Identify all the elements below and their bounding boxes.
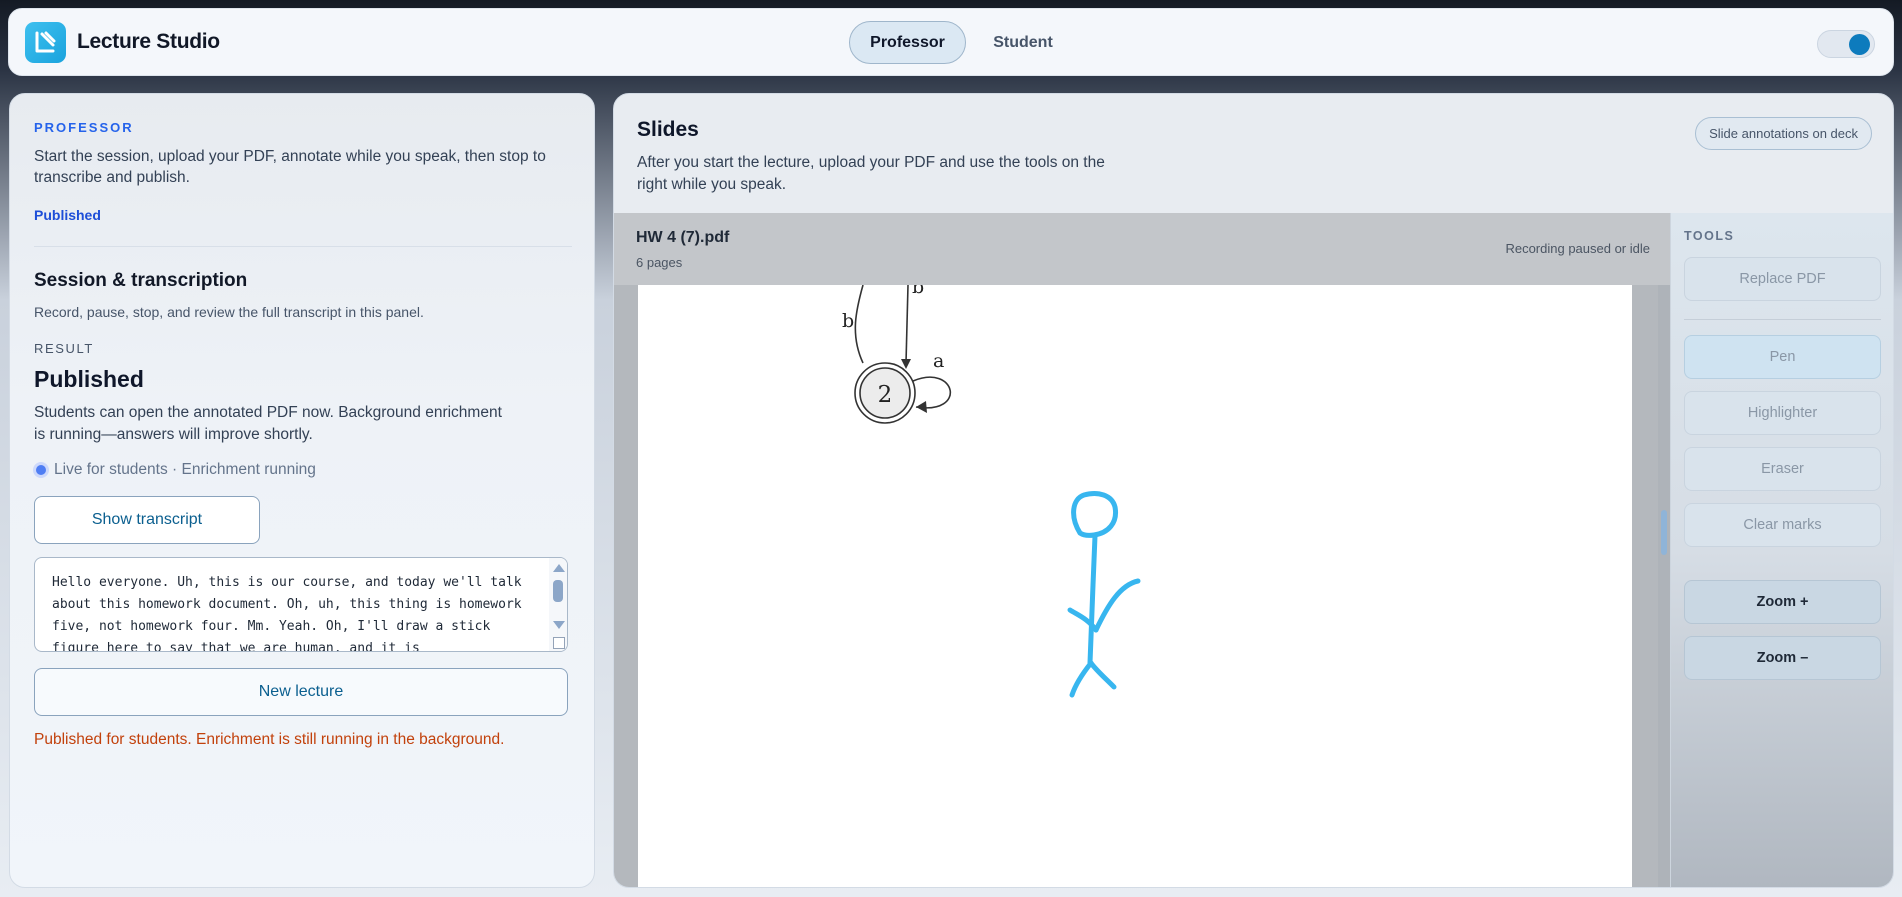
zoom-in-button[interactable]: Zoom + [1684, 580, 1881, 624]
live-status-text: Live for students · Enrichment running [54, 461, 316, 478]
student-role-button[interactable]: Student [975, 21, 1071, 64]
zoom-out-button[interactable]: Zoom – [1684, 636, 1881, 680]
live-dot-icon [36, 465, 46, 475]
edge-label-b-left: b [842, 310, 854, 332]
pdf-viewer: HW 4 (7).pdf 6 pages Recording paused or… [614, 213, 1670, 888]
replace-pdf-button[interactable]: Replace PDF [1684, 257, 1881, 301]
new-lecture-button[interactable]: New lecture [34, 668, 568, 716]
diagram-arrowhead [901, 359, 911, 369]
stick-figure-annotation [1067, 491, 1141, 698]
diagram-self-loop [912, 376, 952, 409]
stick-figure-arm-right [1093, 578, 1141, 633]
publish-status: Published [34, 207, 101, 223]
diagram-self-loop-arrowhead [916, 401, 927, 413]
stick-figure-leg-right [1088, 660, 1117, 690]
viewer-scrollbar[interactable] [1658, 285, 1670, 887]
show-transcript-button[interactable]: Show transcript [34, 496, 260, 544]
app-logo-icon [25, 22, 66, 63]
result-description: Students can open the annotated PDF now.… [34, 404, 502, 443]
result-title: Published [34, 366, 144, 392]
file-page-count: 6 pages [636, 255, 683, 270]
tools-label: TOOLS [1684, 229, 1735, 243]
section-description: Record, pause, stop, and review the full… [34, 304, 424, 320]
scroll-down-icon[interactable] [553, 621, 565, 629]
slides-description: After you start the lecture, upload your… [637, 154, 1105, 193]
eraser-tool-button[interactable]: Eraser [1684, 447, 1881, 491]
diagram-edge-down [905, 284, 909, 364]
tools-sidebar: TOOLS Replace PDF Pen Highlighter Eraser… [1670, 213, 1893, 887]
pdf-page[interactable]: 2 b b a [638, 276, 1632, 888]
panel-eyebrow: PROFESSOR [34, 120, 134, 135]
top-bar: Lecture Studio Professor Student [8, 8, 1894, 76]
result-label: RESULT [34, 341, 94, 356]
state-label: 2 [878, 382, 893, 408]
diagram-edge-loop [854, 284, 864, 364]
stick-figure-head [1071, 491, 1119, 538]
divider [34, 246, 572, 247]
recording-status: Recording paused or idle [1505, 241, 1650, 256]
highlighter-tool-button[interactable]: Highlighter [1684, 391, 1881, 435]
section-title: Session & transcription [34, 270, 248, 291]
slides-panel: Slides After you start the lecture, uplo… [613, 93, 1894, 888]
pen-tool-button[interactable]: Pen [1684, 335, 1881, 379]
app-title: Lecture Studio [77, 30, 220, 53]
panel-intro: Start the session, upload your PDF, anno… [34, 148, 546, 186]
theme-toggle[interactable] [1817, 30, 1875, 58]
toggle-knob [1849, 34, 1870, 55]
edge-label-b-top: b [912, 285, 924, 298]
edge-label-a: a [933, 350, 944, 372]
stick-figure-leg-left [1069, 660, 1094, 698]
page-canvas[interactable]: 2 b b a [638, 276, 1632, 888]
professor-panel: PROFESSOR Start the session, upload your… [9, 93, 595, 888]
scroll-thumb[interactable] [553, 580, 563, 602]
publish-notice: Published for students. Enrichment is st… [34, 731, 505, 748]
slides-title: Slides [637, 118, 699, 141]
transcript-textarea[interactable]: Hello everyone. Uh, this is our course, … [34, 557, 568, 652]
stick-figure-body [1087, 533, 1098, 666]
viewer-header: HW 4 (7).pdf 6 pages Recording paused or… [614, 213, 1670, 285]
clear-marks-button[interactable]: Clear marks [1684, 503, 1881, 547]
annotations-badge: Slide annotations on deck [1695, 117, 1872, 150]
professor-role-button[interactable]: Professor [849, 21, 966, 64]
scroll-up-icon[interactable] [553, 564, 565, 572]
resize-grip-icon[interactable] [553, 637, 565, 649]
live-status: Live for students · Enrichment running [34, 461, 316, 479]
viewer-scroll-thumb[interactable] [1661, 510, 1667, 555]
file-name: HW 4 (7).pdf [636, 229, 730, 246]
transcript-scrollbar[interactable] [549, 558, 567, 651]
transcript-text: Hello everyone. Uh, this is our course, … [52, 575, 522, 652]
tools-divider [1684, 319, 1881, 320]
